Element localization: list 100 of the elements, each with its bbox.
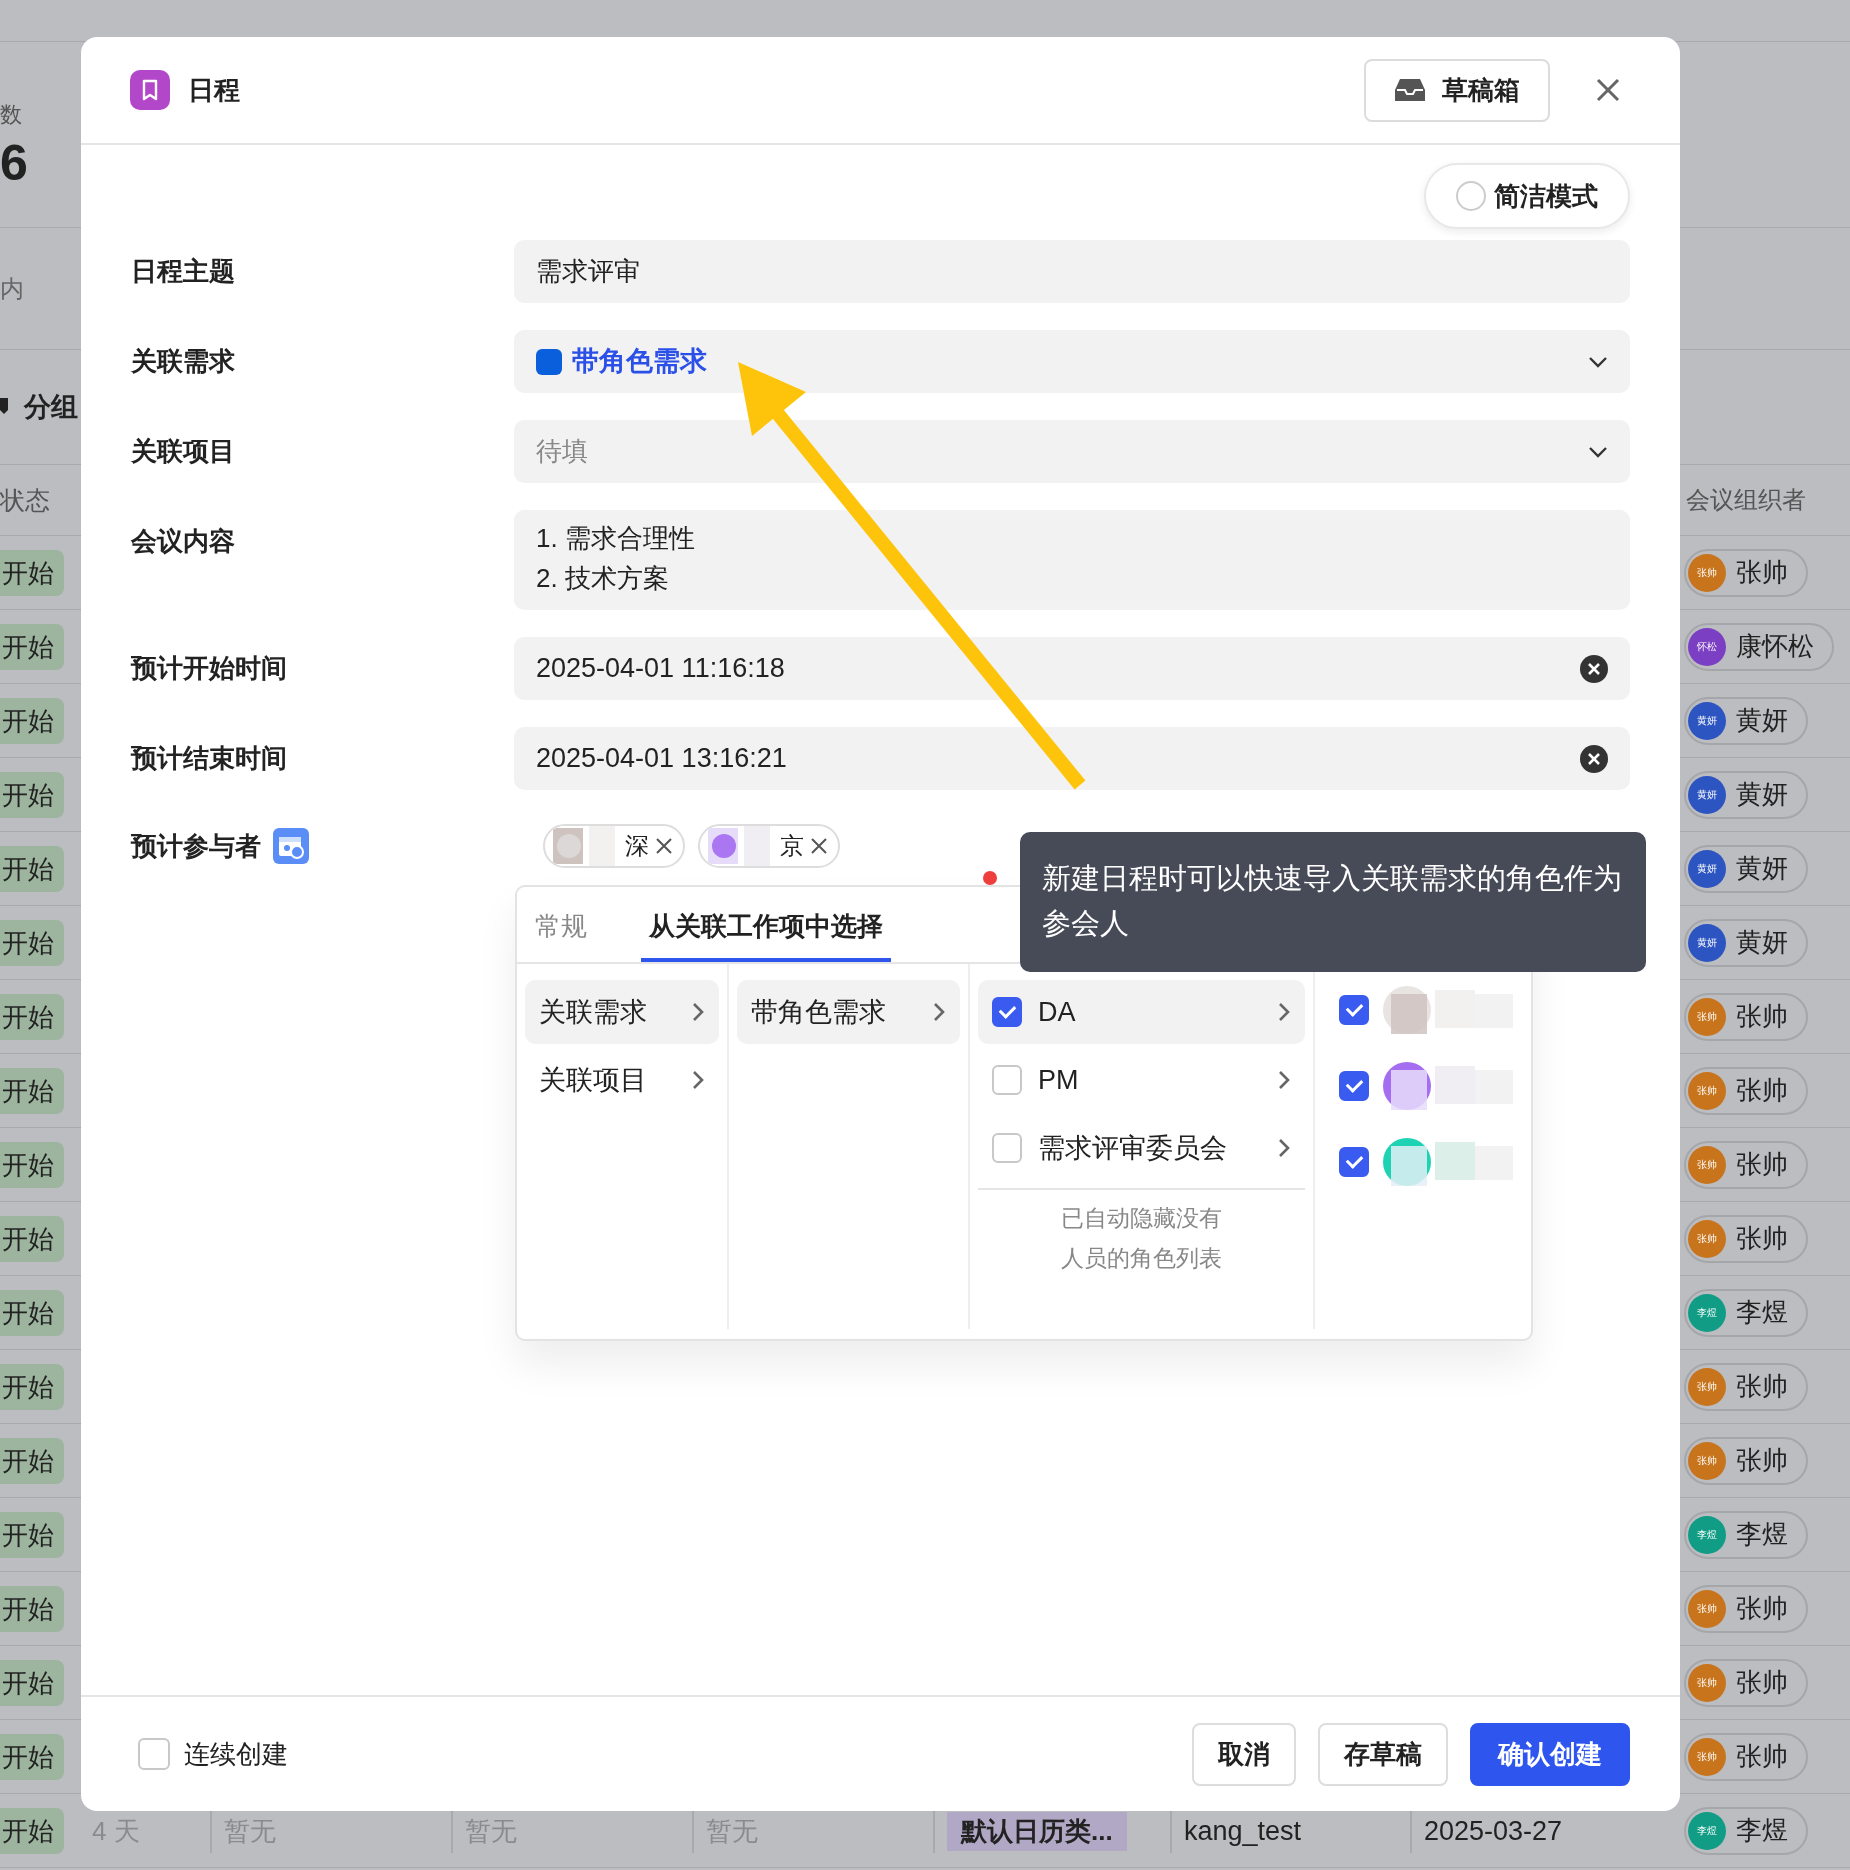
input-field[interactable]: 需求评审 — [514, 240, 1630, 303]
avatar: 张帅 — [1688, 1219, 1726, 1258]
table-cell: kang_test — [1184, 1815, 1302, 1847]
close-icon[interactable] — [1596, 78, 1620, 102]
avatar: 张帅 — [1688, 1663, 1726, 1702]
organizer-chip: 张帅 张帅 — [1684, 1584, 1808, 1633]
chevron-down-icon[interactable] — [1588, 355, 1608, 368]
organizer-chip: 张帅 张帅 — [1684, 1436, 1808, 1485]
remove-icon[interactable] — [655, 837, 673, 855]
text-area[interactable]: 1. 需求合理性 2. 技术方案 — [514, 510, 1630, 610]
chevron-right-icon — [932, 1001, 946, 1023]
field-label: 会议内容 — [131, 525, 236, 558]
avatar: 李煜 — [1688, 1515, 1726, 1554]
clear-icon[interactable] — [1580, 654, 1608, 683]
avatar: 黄妍 — [1688, 701, 1726, 740]
chevron-down-icon[interactable] — [1588, 445, 1608, 458]
datetime-field[interactable]: 2025-04-01 13:16:21 — [514, 727, 1630, 790]
group-button[interactable]: 分组 — [24, 389, 78, 425]
checkbox[interactable] — [992, 1065, 1022, 1095]
organizer-chip: 李煜 李煜 — [1684, 1288, 1808, 1337]
avatar: 张帅 — [1688, 553, 1726, 592]
avatar: 黄妍 — [1688, 775, 1726, 814]
avatar: 张帅 — [1688, 1737, 1726, 1776]
organizer-chip: 张帅 张帅 — [1684, 1140, 1808, 1189]
notification-dot — [983, 871, 997, 885]
requirement-item[interactable]: 带角色需求 — [737, 980, 960, 1044]
status-tag: 开始 — [0, 993, 64, 1040]
avatar: 张帅 — [1688, 1071, 1726, 1110]
organizer-chip: 李煜 李煜 — [1684, 1510, 1808, 1559]
drafts-button[interactable]: 草稿箱 — [1364, 58, 1550, 122]
status-tag: 开始 — [0, 1807, 64, 1854]
organizer-chip: 张帅 张帅 — [1684, 548, 1808, 597]
organizer-chip: 张帅 张帅 — [1684, 1732, 1808, 1781]
role-item[interactable]: DA — [978, 980, 1305, 1044]
organizer-chip: 黄妍 黄妍 — [1684, 918, 1808, 967]
checkbox[interactable] — [992, 1133, 1022, 1163]
field-label: 预计参与者 — [131, 830, 261, 863]
picker-tab[interactable]: 从关联工作项中选择 — [641, 887, 891, 962]
status-tag: 开始 — [0, 919, 64, 966]
column-header: 状态 — [0, 484, 50, 516]
avatar: 怀松 — [1688, 627, 1726, 666]
avatar: 黄妍 — [1688, 849, 1726, 888]
contacts-icon[interactable] — [273, 828, 309, 864]
checkbox[interactable] — [1339, 1147, 1369, 1177]
field-label: 日程主题 — [131, 255, 236, 288]
picker-tab[interactable]: 常规 — [527, 887, 595, 962]
bookmark-icon — [130, 70, 170, 110]
status-tag: 开始 — [0, 1363, 64, 1410]
dialog-button[interactable]: 取消 — [1192, 1722, 1296, 1786]
stat-label: 数 — [0, 101, 22, 129]
avatar: 张帅 — [1688, 997, 1726, 1036]
checkbox[interactable] — [992, 997, 1022, 1027]
tooltip: 新建日程时可以快速导入关联需求的角色作为参会人 — [1020, 832, 1646, 972]
select-field[interactable]: 带角色需求 — [514, 330, 1630, 393]
clear-icon[interactable] — [1580, 744, 1608, 773]
avatar: 张帅 — [1688, 1441, 1726, 1480]
participant-chip[interactable]: 深 — [543, 824, 685, 868]
avatar: 李煜 — [1688, 1293, 1726, 1332]
dialog-button[interactable]: 存草稿 — [1318, 1722, 1448, 1786]
remove-icon[interactable] — [810, 837, 828, 855]
checkbox[interactable] — [1339, 1071, 1369, 1101]
confirm-button[interactable]: 确认创建 — [1470, 1722, 1630, 1786]
stat-value: 6 — [0, 134, 28, 192]
chevron-right-icon — [1277, 1069, 1291, 1091]
chevron-right-icon — [1277, 1137, 1291, 1159]
dialog-title: 日程 — [188, 73, 240, 107]
field-label: 预计开始时间 — [131, 652, 288, 685]
organizer-chip: 黄妍 黄妍 — [1684, 770, 1808, 819]
datetime-field[interactable]: 2025-04-01 11:16:18 — [514, 637, 1630, 700]
organizer-chip: 张帅 张帅 — [1684, 1214, 1808, 1263]
organizer-chip: 张帅 张帅 — [1684, 1066, 1808, 1115]
status-tag: 开始 — [0, 771, 64, 818]
avatar: 张帅 — [1688, 1145, 1726, 1184]
chevron-right-icon — [691, 1001, 705, 1023]
checkbox[interactable] — [1339, 995, 1369, 1025]
status-tag: 开始 — [0, 549, 64, 596]
source-item[interactable]: 关联需求 — [525, 980, 719, 1044]
table-cell: 2025-03-27 — [1424, 1815, 1563, 1847]
requirement-icon — [536, 348, 562, 375]
status-tag: 开始 — [0, 1067, 64, 1114]
field-label: 预计结束时间 — [131, 742, 288, 775]
status-tag: 开始 — [0, 1659, 64, 1706]
status-tag: 开始 — [0, 1437, 64, 1484]
role-item[interactable]: PM — [978, 1048, 1305, 1112]
simple-mode-toggle[interactable]: 简洁模式 — [1424, 163, 1630, 229]
organizer-chip: 怀松 康怀松 — [1684, 622, 1834, 671]
organizer-chip: 张帅 张帅 — [1684, 1658, 1808, 1707]
checkbox[interactable] — [138, 1738, 170, 1770]
checkbox-label: 连续创建 — [184, 1737, 288, 1771]
source-item[interactable]: 关联项目 — [525, 1048, 719, 1112]
organizer-chip: 张帅 张帅 — [1684, 992, 1808, 1041]
status-tag: 开始 — [0, 1585, 64, 1632]
status-tag: 开始 — [0, 1215, 64, 1262]
role-item[interactable]: 需求评审委员会 — [978, 1116, 1305, 1180]
status-tag: 开始 — [0, 697, 64, 744]
hint-text: 已自动隐藏没有人员的角色列表 — [1060, 1204, 1223, 1273]
field-label: 关联需求 — [131, 345, 236, 378]
inbox-icon — [1394, 77, 1426, 103]
column-header: 会议组织者 — [1686, 485, 1807, 515]
participant-chip[interactable]: 京 — [698, 824, 840, 868]
